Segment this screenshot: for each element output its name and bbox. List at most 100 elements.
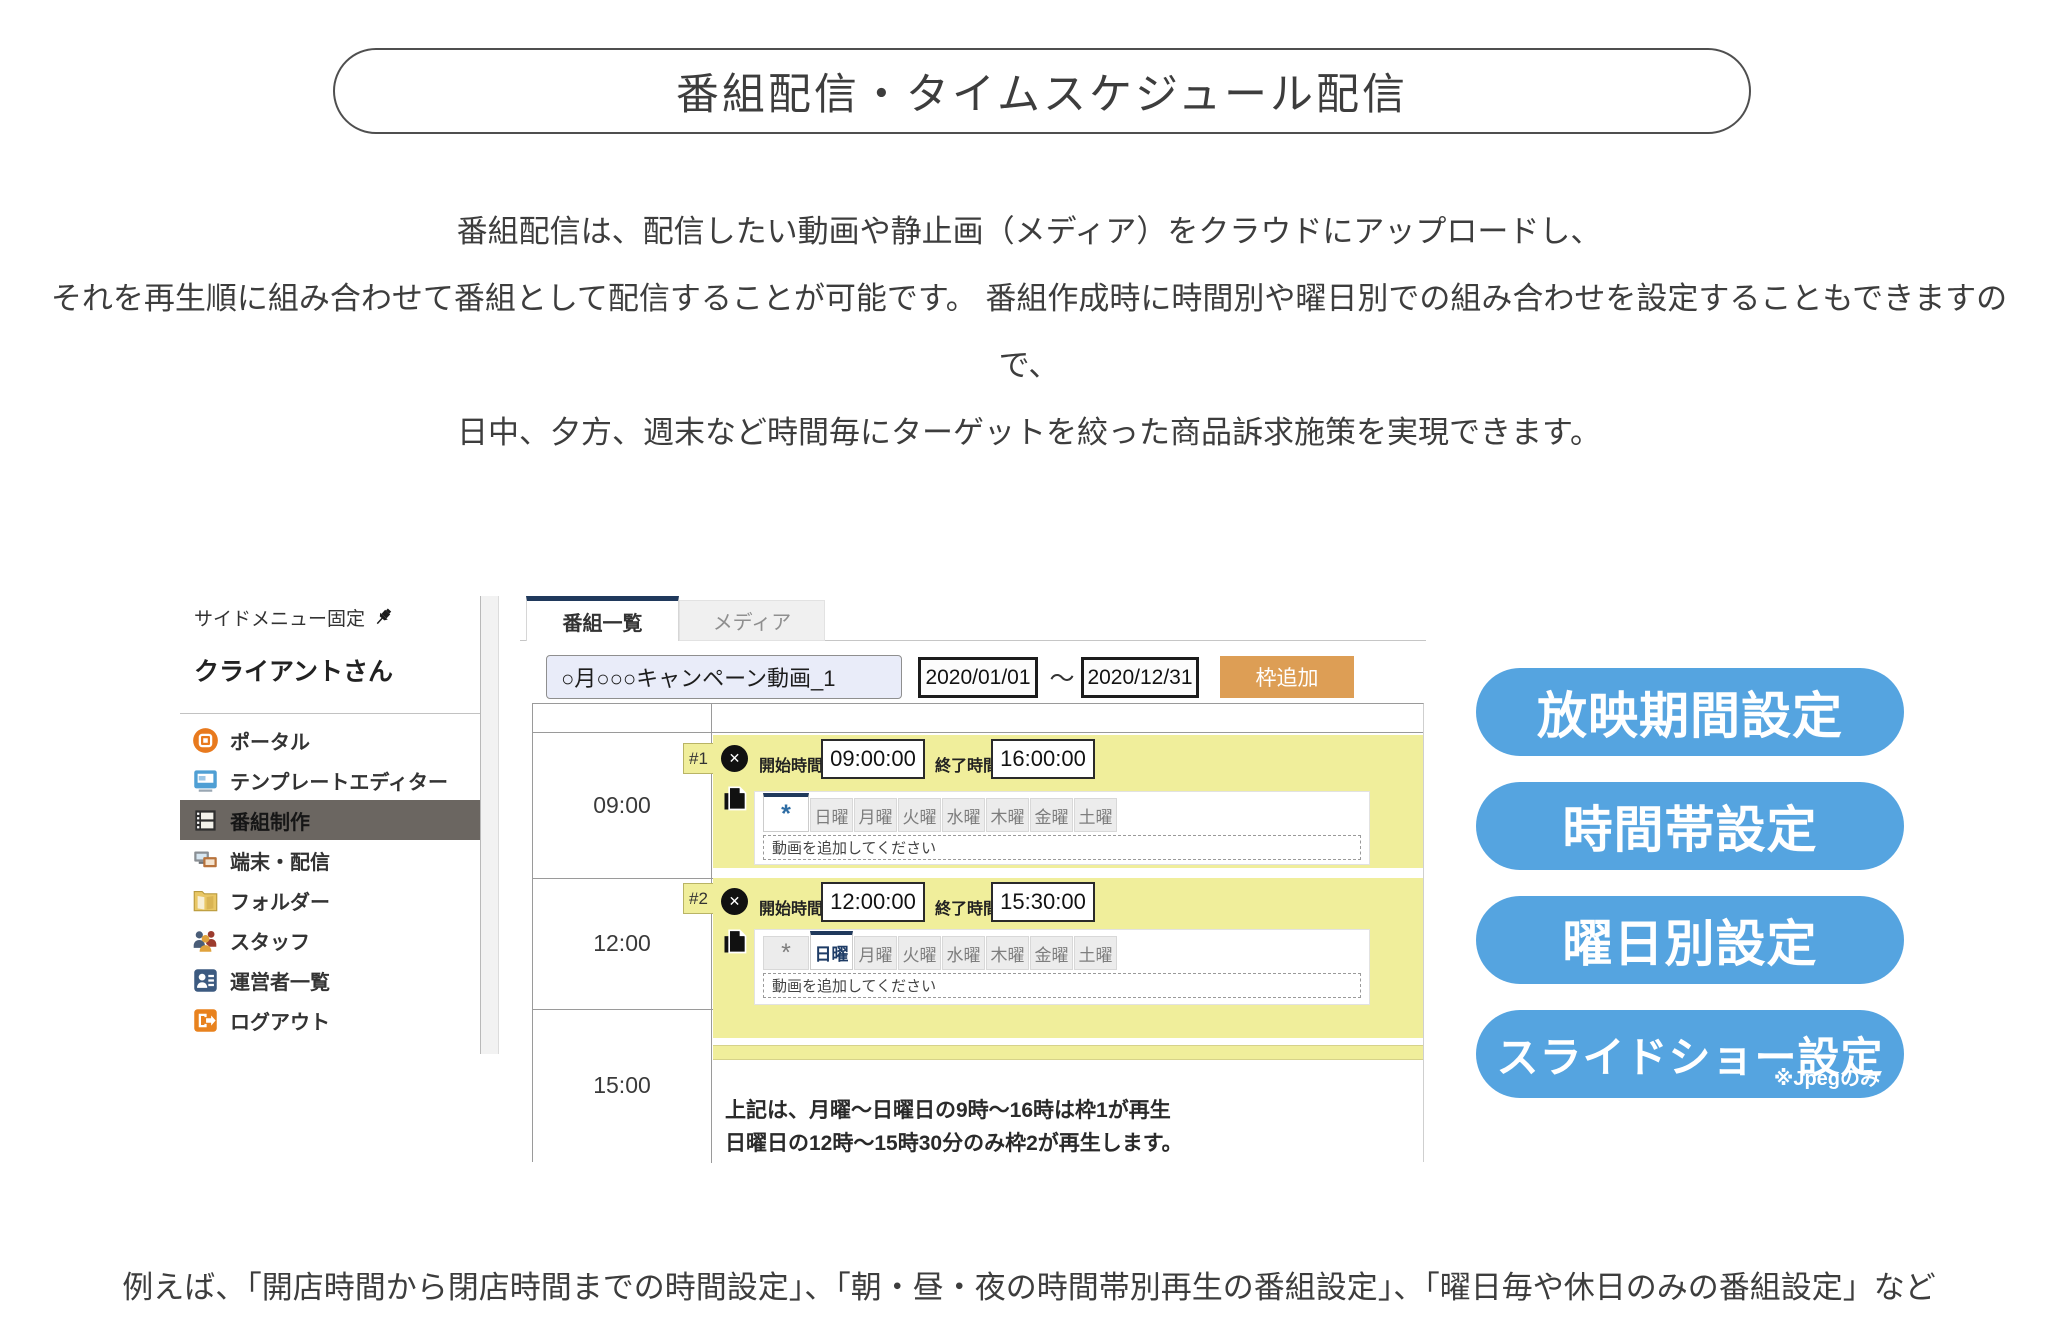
sidebar-item-staff[interactable]: スタッフ (180, 920, 480, 960)
day-tab-sunday[interactable]: 日曜 (810, 931, 853, 970)
day-tab-tuesday[interactable]: 火曜 (898, 936, 941, 970)
sidebar-item-label: フォルダー (230, 886, 330, 915)
intro-line: で、 (0, 332, 2058, 399)
day-tab-monday[interactable]: 月曜 (854, 936, 897, 970)
sidebar-item-label: 番組制作 (230, 806, 310, 835)
schedule-note-line: 日曜日の12時〜15時30分のみ枠2が再生します。 (725, 1127, 1183, 1160)
feature-badges: 放映期間設定 時間帯設定 曜日別設定 スライドショー設定 ※Jpegのみ (1476, 668, 1904, 1098)
date-to-input[interactable]: 2020/12/31 (1081, 657, 1199, 698)
sidebar-item-template-editor[interactable]: テンプレートエディター (180, 760, 480, 800)
start-time-input[interactable]: 12:00:00 (821, 882, 925, 922)
day-tab-thursday[interactable]: 木曜 (986, 798, 1029, 832)
sidebar-menu: ポータル テンプレートエディター 番組制作 (180, 720, 480, 1040)
schedule-note-line: 上記は、月曜〜日曜日の9時〜16時は枠1が再生 (725, 1094, 1183, 1127)
time-label: 12:00 (533, 930, 711, 957)
start-time-label: 開始時間 (759, 752, 823, 776)
sidebar-item-label: スタッフ (230, 926, 310, 955)
sidebar-scroll-gutter (481, 596, 499, 1054)
day-tab-row: * 日曜 月曜 火曜 水曜 木曜 金曜 土曜 (763, 931, 1118, 970)
add-video-placeholder[interactable]: 動画を追加してください (763, 973, 1361, 998)
program-name-input[interactable]: ○月○○○キャンペーン動画_1 (546, 655, 902, 699)
operator-list-icon (192, 967, 219, 994)
page-title: 番組配信・タイムスケジュール配信 (333, 48, 1751, 134)
sidebar-item-label: ログアウト (230, 1006, 330, 1035)
sidebar-pin-toggle[interactable]: サイドメニュー固定 (194, 604, 395, 631)
staff-icon (192, 927, 219, 954)
sidebar-item-label: 運営者一覧 (230, 966, 330, 995)
sidebar: サイドメニュー固定 クライアントさん ポータル (180, 596, 481, 1054)
sidebar-item-folder[interactable]: フォルダー (180, 880, 480, 920)
page: 番組配信・タイムスケジュール配信 番組配信は、配信したい動画や静止画（メディア）… (0, 0, 2058, 1342)
badge-day-of-week: 曜日別設定 (1476, 896, 1904, 984)
close-icon[interactable]: ✕ (721, 888, 748, 915)
block-number-tab: #1 (683, 743, 713, 774)
day-tab-sunday[interactable]: 日曜 (810, 798, 853, 832)
sidebar-item-portal[interactable]: ポータル (180, 720, 480, 760)
time-label: 15:00 (533, 1072, 711, 1099)
day-tab-row: * 日曜 月曜 火曜 水曜 木曜 金曜 土曜 (763, 793, 1118, 832)
main-panel: 番組一覧 メディア ○月○○○キャンペーン動画_1 2020/01/01 ～ 2… (520, 596, 1426, 1162)
day-tab-thursday[interactable]: 木曜 (986, 936, 1029, 970)
badge-slideshow: スライドショー設定 ※Jpegのみ (1476, 1010, 1904, 1098)
end-time-label: 終了時間 (935, 752, 999, 776)
day-tabs-card: * 日曜 月曜 火曜 水曜 木曜 金曜 土曜 動画を追加してください (754, 791, 1370, 865)
start-time-label: 開始時間 (759, 895, 823, 919)
intro-line: 番組配信は、配信したい動画や静止画（メディア）をクラウドにアップロードし、 (0, 198, 2058, 265)
day-tab-all[interactable]: * (763, 793, 809, 832)
schedule-note: 上記は、月曜〜日曜日の9時〜16時は枠1が再生 日曜日の12時〜15時30分のみ… (725, 1094, 1183, 1160)
pushpin-icon (373, 607, 395, 629)
badge-slideshow-sub: ※Jpegのみ (1774, 1062, 1880, 1091)
program-production-icon (192, 807, 219, 834)
intro-line: 日中、夕方、週末など時間毎にターゲットを絞った商品訴求施策を実現できます。 (0, 399, 2058, 466)
day-tab-saturday[interactable]: 土曜 (1074, 798, 1117, 832)
bottom-note: 例えば、「開店時間から閉店時間までの時間設定」、「朝・昼・夜の時間帯別再生の番組… (0, 1262, 2058, 1307)
end-time-input[interactable]: 15:30:00 (991, 882, 1095, 922)
day-tabs-card: * 日曜 月曜 火曜 水曜 木曜 金曜 土曜 動画を追加してください (754, 929, 1370, 1005)
client-name: クライアントさん (194, 652, 393, 688)
device-delivery-icon (192, 847, 219, 874)
copy-icon[interactable] (721, 785, 749, 813)
sidebar-pin-label: サイドメニュー固定 (194, 604, 365, 631)
badge-time-slot: 時間帯設定 (1476, 782, 1904, 870)
sidebar-item-label: 端末・配信 (230, 846, 330, 875)
sidebar-item-device-delivery[interactable]: 端末・配信 (180, 840, 480, 880)
day-tab-friday[interactable]: 金曜 (1030, 936, 1073, 970)
day-tab-monday[interactable]: 月曜 (854, 798, 897, 832)
sidebar-item-label: ポータル (230, 726, 310, 755)
template-editor-icon (192, 767, 219, 794)
folder-icon (192, 887, 219, 914)
add-frame-button[interactable]: 枠追加 (1220, 656, 1354, 698)
sidebar-item-program-production[interactable]: 番組制作 (180, 800, 480, 840)
date-from-input[interactable]: 2020/01/01 (918, 657, 1038, 698)
block-number-tab: #2 (683, 883, 713, 914)
logout-icon (192, 1007, 219, 1034)
grid-line (533, 732, 1423, 733)
app-screenshot: サイドメニュー固定 クライアントさん ポータル (180, 596, 1426, 1162)
close-icon[interactable]: ✕ (721, 745, 748, 772)
badge-broadcast-period: 放映期間設定 (1476, 668, 1904, 756)
tab-program-list[interactable]: 番組一覧 (526, 596, 679, 641)
sidebar-divider (180, 713, 480, 714)
schedule-block-strip (713, 1045, 1423, 1060)
portal-icon (192, 727, 219, 754)
schedule-block-1: #1 ✕ 開始時間 09:00:00 終了時間 16:00:00 * 日曜 月曜 (713, 735, 1423, 868)
intro-line: それを再生順に組み合わせて番組として配信することが可能です。 番組作成時に時間別… (0, 265, 2058, 332)
sidebar-item-label: テンプレートエディター (230, 766, 448, 795)
schedule-grid: 09:00 12:00 15:00 #1 ✕ 開始時間 09:00:00 終了時… (532, 703, 1424, 1162)
copy-icon[interactable] (721, 928, 749, 956)
sidebar-item-operator-list[interactable]: 運営者一覧 (180, 960, 480, 1000)
date-range-separator: ～ (1042, 659, 1082, 695)
time-label: 09:00 (533, 792, 711, 819)
end-time-input[interactable]: 16:00:00 (991, 739, 1095, 779)
day-tab-wednesday[interactable]: 水曜 (942, 798, 985, 832)
day-tab-wednesday[interactable]: 水曜 (942, 936, 985, 970)
tab-media[interactable]: メディア (679, 600, 825, 641)
intro-paragraph: 番組配信は、配信したい動画や静止画（メディア）をクラウドにアップロードし、 それ… (0, 198, 2058, 466)
start-time-input[interactable]: 09:00:00 (821, 739, 925, 779)
day-tab-all[interactable]: * (763, 936, 809, 970)
add-video-placeholder[interactable]: 動画を追加してください (763, 835, 1361, 860)
day-tab-friday[interactable]: 金曜 (1030, 798, 1073, 832)
day-tab-tuesday[interactable]: 火曜 (898, 798, 941, 832)
day-tab-saturday[interactable]: 土曜 (1074, 936, 1117, 970)
sidebar-item-logout[interactable]: ログアウト (180, 1000, 480, 1040)
